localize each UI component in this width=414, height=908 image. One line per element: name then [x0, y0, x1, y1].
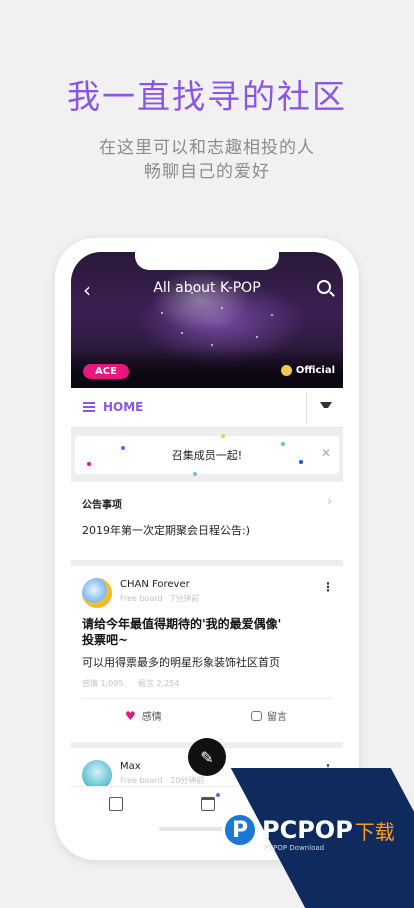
menu-icon[interactable]: [83, 402, 95, 412]
watermark-brand: PCPOP: [262, 816, 353, 844]
official-label: Official: [295, 365, 335, 376]
divider: [306, 392, 307, 424]
recruit-banner[interactable]: 召集成员一起! ✕: [75, 434, 339, 476]
official-badge: Official: [280, 365, 335, 376]
ace-badge: ACE: [83, 364, 129, 379]
community-hero-image: ‹ All about K-POP ACE Official: [71, 252, 343, 388]
home-tab[interactable]: HOME: [103, 400, 143, 414]
promo-subline-2: 畅聊自己的爱好: [144, 162, 270, 182]
post-title-line-1: 请给今年最值得期待的'我的最爱偶像': [82, 617, 282, 631]
official-icon: [280, 365, 292, 376]
more-options-icon[interactable]: ⋮: [322, 580, 334, 594]
watermark-sub: PCPOP Download: [264, 844, 325, 852]
calendar-icon[interactable]: [201, 797, 215, 811]
compose-button[interactable]: ✎: [188, 738, 226, 776]
search-icon[interactable]: [317, 280, 331, 294]
avatar[interactable]: [82, 578, 112, 608]
pcpop-watermark: P PCPOP 下载 PCPOP Download: [222, 812, 395, 852]
filter-icon[interactable]: [320, 402, 332, 414]
post-title[interactable]: 请给今年最值得期待的'我的最爱偶像' 投票吧~: [82, 616, 281, 648]
like-label: 感情: [141, 712, 162, 723]
app-screen: ‹ All about K-POP ACE Official HOME 召集成员…: [71, 252, 343, 852]
comment-label: 留言: [267, 712, 287, 723]
pcpop-logo-icon: P: [222, 812, 258, 848]
post-author[interactable]: CHAN Forever: [120, 579, 190, 590]
notification-dot: [216, 793, 220, 797]
post-author[interactable]: Max: [120, 761, 141, 772]
gallery-icon[interactable]: [109, 797, 123, 811]
post-card[interactable]: CHAN Forever Free board · 7分钟前 ⋮ 请给今年最值得…: [71, 566, 343, 742]
comments-stat: 留言 2,254: [138, 679, 180, 688]
chevron-right-icon[interactable]: ›: [327, 494, 332, 508]
community-title: All about K-POP: [153, 280, 261, 296]
post-stats: 感情 1,095 留言 2,254: [82, 678, 191, 689]
notice-section[interactable]: 公告事项 › 2019年第一次定期聚会日程公告:): [71, 482, 343, 560]
comment-button[interactable]: 留言: [251, 708, 287, 723]
home-nav-bar: HOME: [71, 388, 343, 428]
notice-title: 公告事项: [82, 500, 122, 511]
pencil-icon: ✎: [200, 747, 214, 767]
phone-frame: ‹ All about K-POP ACE Official HOME 召集成员…: [55, 238, 359, 860]
post-body: 可以用得票最多的明星形象装饰社区首页: [82, 656, 280, 669]
phone-notch: [135, 252, 279, 270]
notice-item[interactable]: 2019年第一次定期聚会日程公告:): [82, 522, 250, 538]
watermark-suffix: 下载: [354, 819, 395, 844]
likes-stat: 感情 1,095: [82, 679, 124, 688]
comment-icon: [251, 710, 262, 721]
promo-headline: 我一直找寻的社区: [67, 77, 347, 116]
like-button[interactable]: ♥ 感情: [125, 708, 162, 724]
post-meta: Free board · 7分钟前: [120, 594, 200, 603]
promo-subline-1: 在这里可以和志趣相投的人: [99, 138, 315, 158]
divider: [82, 698, 332, 699]
close-icon[interactable]: ✕: [321, 446, 331, 460]
banner-text: 召集成员一起!: [171, 449, 243, 462]
post-meta: Free board · 10分钟前: [120, 776, 205, 785]
post-title-line-2: 投票吧~: [82, 633, 129, 647]
heart-icon: ♥: [125, 708, 136, 723]
